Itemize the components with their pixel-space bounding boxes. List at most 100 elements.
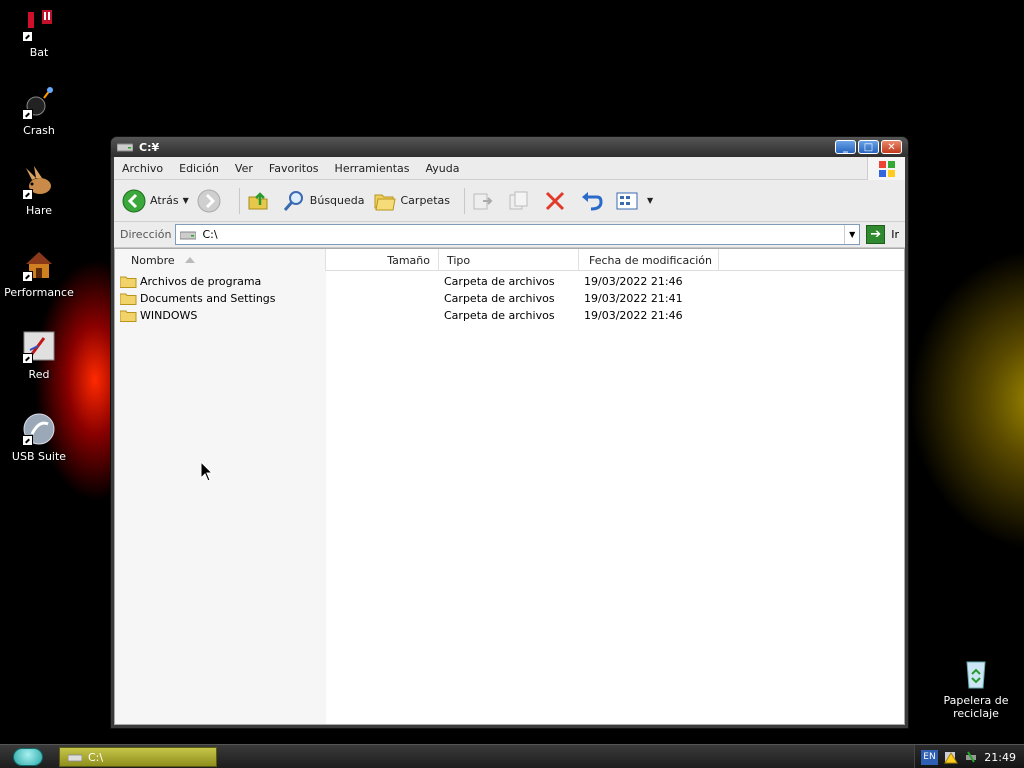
file-type: Carpeta de archivos [444, 292, 555, 305]
folder-icon [120, 293, 137, 305]
menu-herramientas[interactable]: Herramientas [327, 162, 418, 175]
file-list[interactable]: Nombre Tamaño Tipo Fecha de modificación… [114, 248, 905, 725]
toolbar: Atrás ▼ Búsqueda Carpetas ▼ [114, 180, 905, 222]
views-button[interactable]: ▼ [615, 189, 653, 213]
folder-icon [120, 310, 137, 322]
folders-icon [374, 194, 396, 210]
desktop-icon-label: Bat [29, 46, 49, 59]
menu-favoritos[interactable]: Favoritos [261, 162, 327, 175]
file-date: 19/03/2022 21:41 [584, 292, 683, 305]
file-date: 19/03/2022 21:46 [584, 275, 683, 288]
menu-edicion[interactable]: Edición [171, 162, 227, 175]
file-name: Documents and Settings [140, 292, 276, 305]
copy-to-button[interactable] [507, 189, 535, 213]
file-row[interactable]: Documents and Settings Carpeta de archiv… [115, 290, 904, 307]
security-warning-icon[interactable] [944, 750, 958, 764]
toolbar-separator [463, 187, 465, 214]
recycle-bin-label-2: reciclaje [953, 707, 999, 720]
desktop-icon-usb-suite[interactable]: USB Suite [0, 412, 78, 463]
move-to-icon [473, 193, 493, 209]
desktop-icon-performance[interactable]: Performance [0, 248, 78, 299]
taskbar-clock: 21:49 [984, 750, 1016, 764]
performance-icon [22, 248, 56, 282]
column-header-tipo[interactable]: Tipo [439, 249, 579, 271]
desktop-icon-hare[interactable]: Hare [0, 166, 78, 217]
forward-button[interactable] [197, 189, 225, 213]
forward-arrow-icon [197, 189, 221, 212]
column-headers: Nombre Tamaño Tipo Fecha de modificación [115, 249, 904, 271]
recycle-bin-label-1: Papelera de [943, 694, 1009, 707]
search-button[interactable]: Búsqueda [282, 189, 365, 213]
back-dropdown-icon[interactable]: ▼ [183, 196, 189, 205]
back-button[interactable]: Atrás ▼ [122, 189, 189, 213]
desktop-icon-label: Red [28, 368, 50, 381]
column-header-label: Fecha de modificación [589, 253, 713, 267]
search-icon [283, 190, 303, 211]
file-date: 19/03/2022 21:46 [584, 309, 683, 322]
delete-button[interactable] [543, 189, 571, 213]
undo-button[interactable] [579, 189, 607, 213]
move-to-button[interactable] [471, 189, 499, 213]
address-bar: Dirección C:\ ▼ ➔ Ir [114, 222, 905, 248]
window-title: C:¥ [139, 140, 160, 154]
close-button[interactable]: ✕ [881, 140, 902, 154]
bat-icon [22, 8, 56, 42]
go-arrow-icon: ➔ [866, 225, 886, 244]
desktop-icon-recycle-bin[interactable]: Papelera de reciclaje [936, 656, 1016, 720]
taskbar: C:\ EN 21:49 [0, 744, 1024, 768]
column-header-label: Nombre [131, 253, 175, 267]
maximize-button[interactable]: □ [858, 140, 879, 154]
desktop-icon-red[interactable]: Red [0, 330, 78, 381]
taskbar-button-label: C:\ [88, 750, 104, 764]
sort-ascending-icon [185, 257, 195, 263]
red-icon [22, 330, 56, 364]
menu-bar: Archivo Edición Ver Favoritos Herramient… [114, 157, 905, 180]
file-row[interactable]: WINDOWS Carpeta de archivos 19/03/2022 2… [115, 307, 904, 324]
column-header-fecha[interactable]: Fecha de modificación [579, 249, 719, 271]
drive-icon [180, 231, 197, 239]
explorer-window: C:¥ _ □ ✕ Archivo Edición Ver Favoritos … [110, 136, 909, 729]
delete-icon [545, 191, 565, 210]
minimize-button[interactable]: _ [835, 140, 856, 154]
address-value: C:\ [202, 228, 218, 241]
language-indicator[interactable]: EN [921, 749, 938, 765]
column-header-label: Tipo [447, 253, 471, 267]
safely-remove-hardware-icon[interactable] [964, 750, 978, 764]
menu-ayuda[interactable]: Ayuda [417, 162, 467, 175]
taskbar-button-explorer[interactable]: C:\ [59, 747, 217, 767]
back-label: Atrás [150, 194, 179, 207]
drive-icon [117, 143, 133, 152]
address-dropdown-icon[interactable]: ▼ [844, 225, 859, 244]
toolbar-separator [238, 187, 240, 214]
title-bar[interactable]: C:¥ _ □ ✕ [111, 137, 908, 157]
desktop-icon-crash[interactable]: Crash [0, 86, 78, 137]
menu-ver[interactable]: Ver [227, 162, 261, 175]
views-icon [616, 192, 638, 209]
start-button[interactable] [13, 747, 43, 766]
desktop-icon-label: Hare [25, 204, 53, 217]
views-dropdown-icon[interactable]: ▼ [647, 196, 653, 205]
address-input[interactable]: C:\ ▼ [175, 224, 861, 245]
back-arrow-icon [122, 189, 146, 212]
menu-archivo[interactable]: Archivo [114, 162, 171, 175]
file-row[interactable]: Archivos de programa Carpeta de archivos… [115, 273, 904, 290]
file-type: Carpeta de archivos [444, 309, 555, 322]
copy-to-icon [509, 191, 528, 209]
column-header-tamano[interactable]: Tamaño [326, 249, 439, 271]
desktop-icon-bat[interactable]: Bat [0, 8, 78, 59]
desktop-icon-label: USB Suite [11, 450, 67, 463]
usb-suite-icon [22, 412, 56, 446]
folders-label: Carpetas [400, 194, 450, 207]
go-button[interactable]: ➔ Ir [866, 225, 899, 244]
folders-button[interactable]: Carpetas [373, 189, 450, 213]
address-label: Dirección [120, 228, 172, 241]
undo-icon [581, 191, 603, 210]
file-rows: Archivos de programa Carpeta de archivos… [115, 273, 904, 324]
column-header-label: Tamaño [387, 253, 430, 267]
drive-icon [68, 753, 82, 761]
system-tray: EN 21:49 [914, 745, 1024, 768]
hare-icon [22, 166, 56, 200]
up-folder-icon [248, 191, 268, 209]
column-header-nombre[interactable]: Nombre [115, 249, 326, 271]
up-folder-button[interactable] [246, 189, 274, 213]
